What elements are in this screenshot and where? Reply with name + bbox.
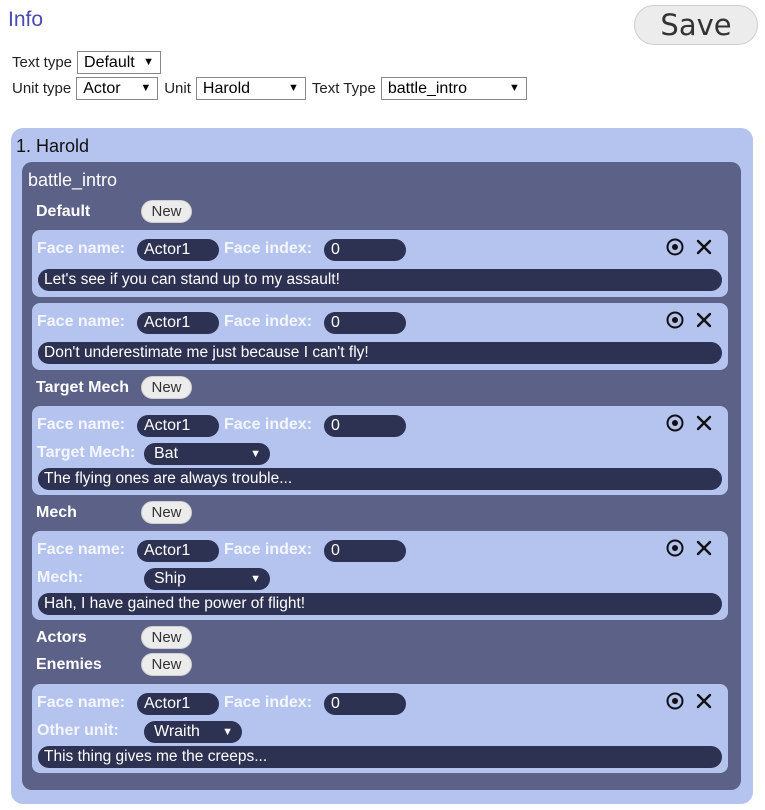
unit-type-select-value: Actor (83, 80, 121, 97)
face-name-input[interactable]: Actor1 (137, 239, 219, 261)
eye-icon[interactable] (665, 413, 685, 433)
dialogue-entry: Face name: Actor1 Face index: 0 Target M… (32, 406, 728, 495)
new-actors-button[interactable]: New (141, 626, 192, 649)
face-index-label: Face index: (224, 313, 313, 330)
dropdown-arrow-icon: ▼ (288, 82, 299, 94)
mech-label: Mech: (37, 569, 84, 586)
dialogue-entry: Face name: Actor1 Face index: 0 Other un… (32, 684, 728, 773)
close-icon[interactable] (694, 310, 714, 330)
dialogue-text-input[interactable]: Let's see if you can stand up to my assa… (38, 269, 722, 291)
dropdown-arrow-icon: ▼ (140, 82, 152, 94)
section-label-enemies: Enemies (36, 656, 102, 673)
dialogue-entry: Face name: Actor1 Face index: 0 Mech: Sh… (32, 531, 728, 620)
dialogue-text-input[interactable]: Don't underestimate me just because I ca… (38, 342, 722, 364)
face-index-input[interactable]: 0 (324, 312, 406, 334)
face-index-label: Face index: (224, 240, 313, 257)
new-mech-button[interactable]: New (141, 501, 192, 524)
unit-title: 1. Harold (16, 136, 90, 156)
text-type-select-value: Default (84, 54, 135, 71)
new-default-button[interactable]: New (141, 200, 192, 223)
face-name-label: Face name: (37, 694, 126, 711)
face-name-input[interactable]: Actor1 (137, 693, 219, 715)
page-title: Info (8, 8, 44, 31)
face-name-label: Face name: (37, 240, 126, 257)
dialogue-text-input[interactable]: The flying ones are always trouble... (38, 468, 722, 490)
face-name-label: Face name: (37, 416, 126, 433)
mech-select[interactable]: Ship ▼ (144, 568, 270, 590)
face-name-input[interactable]: Actor1 (137, 415, 219, 437)
dropdown-arrow-icon: ▼ (143, 56, 155, 68)
other-unit-select[interactable]: Wraith ▼ (144, 721, 242, 743)
dropdown-arrow-icon: ▼ (250, 448, 261, 460)
face-index-input[interactable]: 0 (324, 693, 406, 715)
unit-select[interactable]: Harold ▼ (195, 77, 306, 100)
eye-icon[interactable] (665, 691, 685, 711)
text-type-filter-row: Text type Default ▼ (12, 51, 167, 74)
face-name-input[interactable]: Actor1 (137, 312, 219, 334)
face-name-label: Face name: (37, 541, 126, 558)
section-label-mech: Mech (36, 504, 77, 521)
eye-icon[interactable] (665, 237, 685, 257)
text-type2-label: Text Type (311, 80, 376, 97)
text-type-select[interactable]: Default ▼ (77, 51, 162, 74)
unit-select-value: Harold (202, 80, 251, 97)
section-label-actors: Actors (36, 629, 87, 646)
face-index-input[interactable]: 0 (324, 239, 406, 261)
other-unit-label: Other unit: (37, 722, 119, 739)
target-mech-label: Target Mech: (37, 444, 136, 461)
face-index-input[interactable]: 0 (324, 540, 406, 562)
section-label-target-mech: Target Mech (36, 379, 130, 396)
face-name-label: Face name: (37, 313, 126, 330)
close-icon[interactable] (694, 691, 714, 711)
unit-label: Unit (164, 80, 191, 97)
eye-icon[interactable] (665, 538, 685, 558)
new-target-mech-button[interactable]: New (141, 376, 192, 399)
text-type2-select-value: battle_intro (387, 80, 467, 97)
face-index-label: Face index: (224, 694, 313, 711)
other-unit-select-value: Wraith (154, 723, 200, 740)
unit-filter-row: Unit type Actor ▼ Unit Harold ▼ Text Typ… (12, 77, 533, 100)
dialogue-entry: Face name: Actor1 Face index: 0 Let's se… (32, 230, 728, 297)
dialogue-text-input[interactable]: Hah, I have gained the power of flight! (38, 593, 722, 615)
face-index-label: Face index: (224, 416, 313, 433)
text-type-label: Text type (12, 54, 73, 71)
face-name-input[interactable]: Actor1 (137, 540, 219, 562)
close-icon[interactable] (694, 538, 714, 558)
dialogue-entry: Face name: Actor1 Face index: 0 Don't un… (32, 303, 728, 370)
section-label-default: Default (36, 203, 91, 220)
dialogue-text-input[interactable]: This thing gives me the creeps... (38, 746, 722, 768)
close-icon[interactable] (694, 413, 714, 433)
unit-type-select[interactable]: Actor ▼ (76, 77, 159, 100)
unit-panel: 1. Harold battle_intro Default New Face … (11, 128, 753, 804)
dropdown-arrow-icon: ▼ (222, 726, 233, 738)
target-mech-select[interactable]: Bat ▼ (144, 443, 270, 465)
text-type2-select[interactable]: battle_intro ▼ (380, 77, 527, 100)
save-button[interactable]: Save (634, 5, 758, 45)
target-mech-select-value: Bat (154, 445, 179, 462)
eye-icon[interactable] (665, 310, 685, 330)
mech-select-value: Ship (154, 570, 187, 587)
new-enemies-button[interactable]: New (141, 653, 192, 676)
group-title: battle_intro (28, 170, 118, 190)
dropdown-arrow-icon: ▼ (250, 573, 261, 585)
close-icon[interactable] (694, 237, 714, 257)
text-group-panel: battle_intro Default New Face name: Acto… (22, 162, 741, 790)
unit-type-label: Unit type (12, 80, 72, 97)
dropdown-arrow-icon: ▼ (508, 82, 520, 94)
face-index-input[interactable]: 0 (324, 415, 406, 437)
face-index-label: Face index: (224, 541, 313, 558)
